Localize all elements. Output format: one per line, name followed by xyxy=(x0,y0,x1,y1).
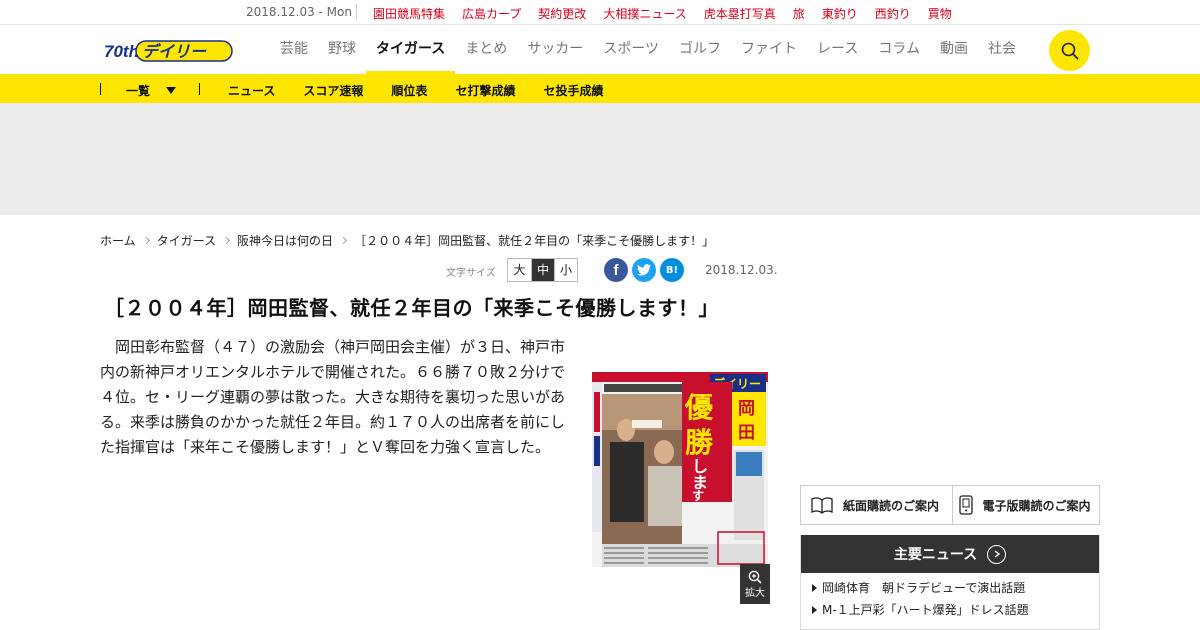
main-news-title: 主要ニュース xyxy=(893,547,978,563)
breadcrumb-today[interactable]: 阪神今日は何の日 xyxy=(237,232,333,249)
chevron-right-icon xyxy=(223,236,231,245)
top-divider xyxy=(356,4,357,19)
nav-items: 芸能 野球 タイガース まとめ サッカー スポーツ ゴルフ ファイト レース コ… xyxy=(270,25,1026,74)
subnav-item-news[interactable]: ニュース xyxy=(228,82,275,99)
arrow-right-circle-icon xyxy=(987,544,1007,564)
top-bar: 2018.12.03 - Mon 園田競馬特集 広島カープ 契約更改 大相撲ニュ… xyxy=(0,0,1200,25)
nav-item-fight[interactable]: ファイト xyxy=(731,25,807,74)
top-link[interactable]: 契約更改 xyxy=(538,5,586,22)
main-nav: 70th デイリー 芸能 野球 タイガース まとめ サッカー スポーツ ゴルフ … xyxy=(0,25,1200,74)
top-link[interactable]: 園田競馬特集 xyxy=(373,5,445,22)
paper-subscription-label: 紙面購読のご案内 xyxy=(843,498,940,513)
nav-item-column[interactable]: コラム xyxy=(868,25,930,74)
top-link[interactable]: 広島カープ xyxy=(462,5,521,22)
nav-item-geinou[interactable]: 芸能 xyxy=(270,25,318,74)
top-link[interactable]: 虎本塁打写真 xyxy=(704,5,776,22)
nav-item-tigers[interactable]: タイガース xyxy=(366,25,456,74)
nav-item-matome[interactable]: まとめ xyxy=(455,25,517,74)
subnav-item-standings[interactable]: 順位表 xyxy=(391,82,427,99)
subnav-item-pitching[interactable]: セ投手成績 xyxy=(543,82,603,99)
article-body: 岡田彰布監督（４７）の激励会（神戸岡田会主催）が３日、神戸市内の新神戸オリエンタ… xyxy=(100,338,566,456)
subnav-divider xyxy=(199,83,200,95)
breadcrumb-current: ［２００４年］岡田監督、就任２年目の「来季こそ優勝します！」 xyxy=(354,234,715,248)
newspaper-name-char: 田 xyxy=(738,423,755,443)
top-link[interactable]: 東釣り xyxy=(822,5,858,22)
nav-item-video[interactable]: 動画 xyxy=(930,25,978,74)
subnav-item-score[interactable]: スコア速報 xyxy=(303,82,363,99)
nav-item-soccer[interactable]: サッカー xyxy=(517,25,593,74)
top-link[interactable]: 大相撲ニュース xyxy=(603,5,686,22)
twitter-bird-icon xyxy=(637,264,651,276)
digital-subscription-link[interactable]: 電子版購読のご案内 xyxy=(951,486,1100,524)
zoom-label: 拡大 xyxy=(745,587,765,599)
breadcrumb-tigers[interactable]: タイガース xyxy=(157,232,216,249)
nav-item-society[interactable]: 社会 xyxy=(978,25,1026,74)
top-date: 2018.12.03 - Mon xyxy=(246,5,352,19)
open-book-icon xyxy=(811,497,833,514)
subnav-list-label: 一覧 xyxy=(126,84,151,98)
subscription-links: 紙面購読のご案内 電子版購読のご案内 xyxy=(800,485,1100,525)
article-headline: ［２００４年］岡田監督、就任２年目の「来季こそ優勝します！」 xyxy=(104,296,719,320)
subnav-divider xyxy=(100,83,101,95)
main-news-list: 岡崎体育 朝ドラデビューで演出話題 M-１上戸彩「ハート爆発」ドレス話題 xyxy=(801,573,1099,621)
font-size-small-button[interactable]: 小 xyxy=(554,259,577,281)
main-news-item[interactable]: M-１上戸彩「ハート爆発」ドレス話題 xyxy=(801,599,1099,621)
chevron-right-icon xyxy=(142,236,150,245)
smartphone-icon xyxy=(958,495,973,515)
breadcrumb-home[interactable]: ホーム xyxy=(100,232,136,249)
paper-subscription-link[interactable]: 紙面購読のご案内 xyxy=(801,486,952,524)
search-button[interactable] xyxy=(1049,30,1090,71)
main-news-header[interactable]: 主要ニュース xyxy=(801,535,1099,573)
newspaper-headline-char: 優 xyxy=(684,391,714,424)
nav-item-sports[interactable]: スポーツ xyxy=(593,25,669,74)
zoom-in-icon xyxy=(748,570,762,584)
newspaper-front-page-image[interactable]: デイリー 優 勝 し ま す 岡 田 xyxy=(592,372,768,567)
sub-nav: 一覧 ニュース スコア速報 順位表 セ打撃成績 セ投手成績 xyxy=(0,74,1200,103)
main-news-item[interactable]: 岡崎体育 朝ドラデビューで演出話題 xyxy=(801,577,1099,599)
subnav-items: ニュース スコア速報 順位表 セ打撃成績 セ投手成績 xyxy=(228,82,603,99)
article-date: 2018.12.03. xyxy=(705,263,778,277)
search-icon xyxy=(1061,42,1078,59)
logo-text: デイリー xyxy=(142,42,207,61)
site-logo[interactable]: 70th デイリー xyxy=(104,38,234,64)
facebook-icon: f xyxy=(613,261,619,279)
chevron-right-icon xyxy=(340,236,348,245)
top-link[interactable]: 買物 xyxy=(928,5,952,22)
subnav-item-batting[interactable]: セ打撃成績 xyxy=(455,82,515,99)
subnav-list-toggle[interactable]: 一覧 xyxy=(126,82,177,99)
top-link[interactable]: 旅 xyxy=(793,5,805,22)
font-size-label: 文字サイズ xyxy=(446,268,496,279)
hatena-bookmark-button[interactable]: B! xyxy=(660,258,684,282)
breadcrumb: ホーム タイガース 阪神今日は何の日 ［２００４年］岡田監督、就任２年目の「来季… xyxy=(100,232,714,249)
logo-badge: 70th xyxy=(104,42,139,61)
newspaper-name-char: 岡 xyxy=(738,399,755,419)
hatena-icon: B! xyxy=(665,264,679,276)
font-size-selector: 大 中 小 xyxy=(507,258,578,282)
nav-item-race[interactable]: レース xyxy=(807,25,868,74)
top-link[interactable]: 西釣り xyxy=(875,5,911,22)
nav-item-yakyu[interactable]: 野球 xyxy=(318,25,366,74)
zoom-button[interactable]: 拡大 xyxy=(740,564,770,604)
caret-down-icon xyxy=(166,87,177,94)
top-links: 園田競馬特集 広島カープ 契約更改 大相撲ニュース 虎本塁打写真 旅 東釣り 西… xyxy=(373,5,952,22)
main-news-panel: 主要ニュース 岡崎体育 朝ドラデビューで演出話題 M-１上戸彩「ハート爆発」ドレ… xyxy=(800,535,1100,630)
newspaper-headline-char: す xyxy=(692,489,704,503)
twitter-share-button[interactable] xyxy=(632,258,656,282)
font-size-large-button[interactable]: 大 xyxy=(508,259,531,281)
ad-banner-area xyxy=(0,103,1200,215)
nav-item-golf[interactable]: ゴルフ xyxy=(669,25,731,74)
digital-subscription-label: 電子版購読のご案内 xyxy=(982,498,1091,513)
newspaper-headline-char: 勝 xyxy=(685,426,714,459)
font-size-medium-button[interactable]: 中 xyxy=(531,259,554,281)
facebook-share-button[interactable]: f xyxy=(604,258,628,282)
